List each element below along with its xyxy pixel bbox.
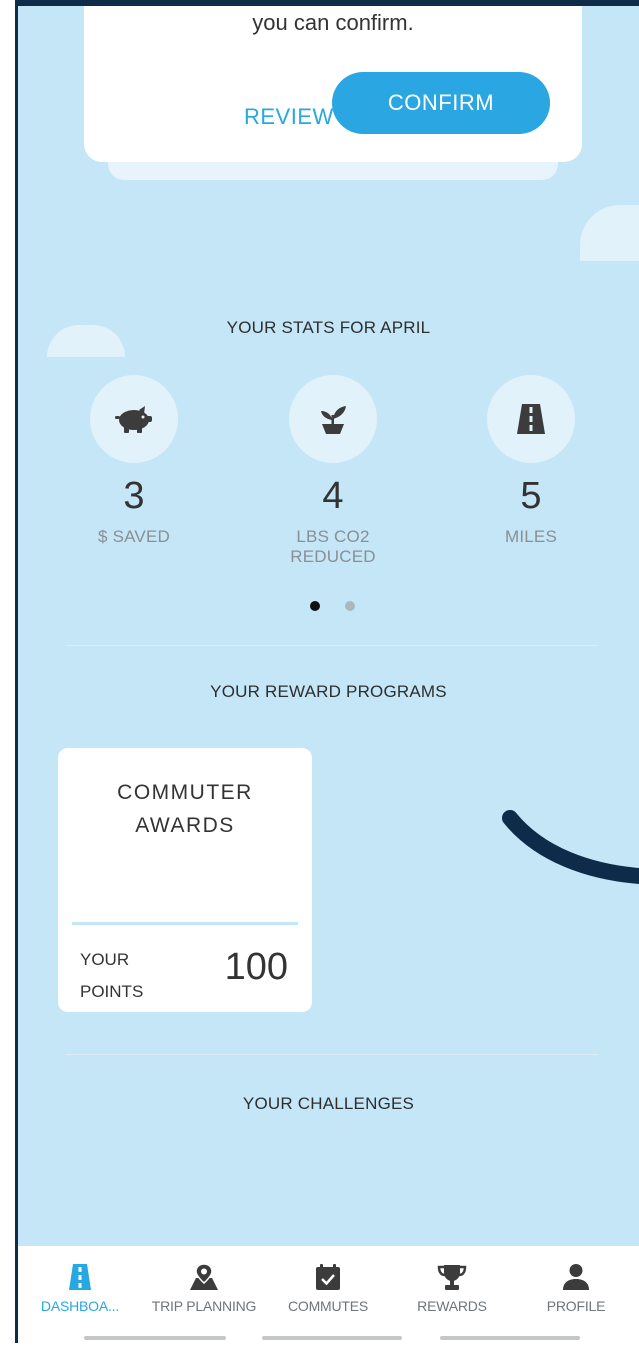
reward-program-name: COMMUTER AWARDS: [58, 776, 312, 842]
map-pin-icon: [190, 1263, 218, 1290]
divider: [66, 645, 598, 646]
tab-label: TRIP PLANNING: [151, 1298, 257, 1314]
confirm-button[interactable]: CONFIRM: [332, 72, 550, 134]
user-icon: [563, 1264, 589, 1290]
piggy-bank-icon: [115, 406, 152, 433]
gesture-bar: [84, 1336, 226, 1340]
road-icon: [517, 404, 545, 434]
cloud-decoration: [580, 205, 639, 261]
stat-co2-reduced: 4 LBS CO2 REDUCED: [253, 375, 413, 567]
stat-miles: 5 MILES: [451, 375, 611, 547]
points-label: YOUR POINTS: [80, 944, 143, 1008]
trophy-icon: [437, 1265, 467, 1290]
tab-rewards[interactable]: REWARDS: [390, 1246, 514, 1343]
page-dot[interactable]: [345, 601, 355, 611]
stat-label: LBS CO2 REDUCED: [290, 527, 376, 566]
tab-label: REWARDS: [417, 1298, 487, 1314]
confirm-card: you can confirm. REVIEW CONFIRM: [84, 0, 582, 162]
bottom-tab-bar: DASHBOA... TRIP PLANNING COMMUTES REWARD…: [18, 1246, 639, 1343]
stat-icon-circle: [90, 375, 178, 463]
tab-profile[interactable]: PROFILE: [514, 1246, 638, 1343]
points-label-line: POINTS: [80, 982, 144, 1001]
divider: [66, 1054, 598, 1055]
confirm-message: you can confirm.: [252, 10, 414, 35]
tab-dashboard[interactable]: DASHBOA...: [18, 1246, 142, 1343]
reward-card-divider: [72, 922, 298, 925]
annotation-arrow: [502, 810, 639, 884]
challenges-title: YOUR CHALLENGES: [242, 1094, 415, 1113]
frame-edge: [0, 0, 15, 1349]
stat-value: 5: [520, 475, 542, 517]
stat-icon-circle: [487, 375, 575, 463]
tab-trip-planning[interactable]: TRIP PLANNING: [142, 1246, 266, 1343]
tab-label: COMMUTES: [287, 1298, 369, 1314]
reward-program-name-line: AWARDS: [135, 814, 235, 837]
tab-label: PROFILE: [546, 1298, 606, 1314]
page-dot-active[interactable]: [310, 601, 320, 611]
points-value: 100: [224, 946, 288, 988]
gesture-bar: [440, 1336, 580, 1340]
rewards-title: YOUR REWARD PROGRAMS: [210, 682, 447, 701]
plant-icon: [321, 406, 346, 434]
app-screen: you can confirm. REVIEW CONFIRM YOUR STA…: [0, 0, 639, 1349]
tab-commutes[interactable]: COMMUTES: [266, 1246, 390, 1343]
frame-edge: [0, 1343, 639, 1349]
stat-icon-circle: [289, 375, 377, 463]
gesture-bar: [262, 1336, 402, 1340]
points-label-line: YOUR: [80, 950, 130, 969]
reward-program-card[interactable]: COMMUTER AWARDS YOUR POINTS 100: [58, 748, 312, 1012]
road-icon: [69, 1264, 91, 1290]
reward-program-name-line: COMMUTER: [117, 781, 253, 804]
frame-border: [15, 0, 639, 6]
tab-label: DASHBOA...: [40, 1298, 120, 1314]
stats-title: YOUR STATS FOR APRIL: [226, 318, 431, 337]
frame-border: [15, 0, 18, 1349]
stat-label: MILES: [504, 527, 558, 546]
stat-value: 3: [123, 475, 145, 517]
stat-money-saved: 3 $ SAVED: [54, 375, 214, 547]
calendar-check-icon: [316, 1264, 340, 1290]
stat-value: 4: [322, 475, 344, 517]
stat-label: $ SAVED: [98, 527, 170, 546]
